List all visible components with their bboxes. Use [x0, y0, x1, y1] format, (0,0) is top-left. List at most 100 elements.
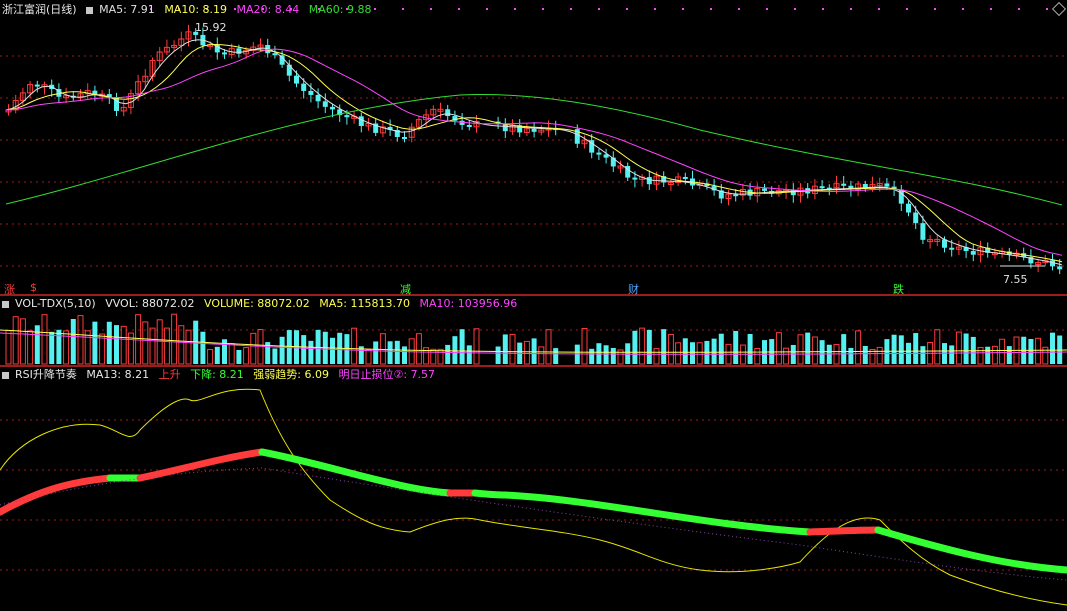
- signal-dot: [430, 8, 432, 10]
- settings-square-icon[interactable]: [2, 300, 9, 308]
- ma5-value: MA5: 7.91: [99, 3, 155, 16]
- volume-bar: [862, 345, 868, 364]
- settings-square-icon[interactable]: [2, 371, 9, 379]
- candle-body: [970, 251, 976, 255]
- rsi-band-segment: [136, 448, 266, 482]
- rsi-band-segment: [258, 448, 454, 497]
- volume-bar: [495, 346, 501, 364]
- volume-bar: [589, 348, 595, 364]
- candle-body: [236, 48, 242, 54]
- tag-zhang: 涨: [4, 283, 15, 296]
- volume-bar: [351, 327, 358, 365]
- candle-body: [819, 186, 825, 189]
- candle-body: [344, 115, 350, 118]
- candle-body: [531, 128, 537, 132]
- volume-bar: [415, 333, 422, 365]
- volume-bar: [437, 348, 444, 365]
- volume-bar: [523, 340, 530, 365]
- volume-bar: [56, 329, 62, 364]
- vvol-value: VVOL: 88072.02: [105, 297, 195, 310]
- ma5-line: [5, 39, 1063, 266]
- volume-bar: [848, 347, 854, 364]
- signal-dot: [766, 8, 768, 10]
- volume-bar: [502, 334, 508, 364]
- volume-bar: [625, 343, 631, 364]
- volume-bar: [373, 341, 379, 364]
- volume-bar: [301, 335, 307, 364]
- candle-body: [913, 212, 919, 224]
- volume-bar: [581, 327, 588, 365]
- volume-bar: [12, 316, 19, 365]
- volume-bar: [934, 329, 941, 365]
- candle-body: [315, 94, 321, 102]
- volume-bar: [92, 321, 98, 364]
- candle-body: [301, 83, 307, 91]
- ma60-value: MA60: 9.88: [308, 3, 372, 16]
- volume-bar: [1035, 337, 1042, 365]
- signal-dot: [850, 8, 852, 10]
- candle-body: [762, 188, 767, 191]
- volume-bar: [279, 336, 285, 364]
- volume-bar: [344, 334, 350, 364]
- rsi-up-label: 上升: [158, 368, 181, 381]
- candle-body: [906, 203, 911, 213]
- rsi-down-value: 下降: 8.21: [190, 368, 244, 381]
- volume-bar: [19, 318, 26, 365]
- volume-indicator-name[interactable]: VOL-TDX(5,10): [15, 297, 96, 310]
- volume-bar: [891, 334, 897, 364]
- volume-bar: [754, 348, 761, 365]
- signal-dot: [710, 8, 712, 10]
- volume-bar: [185, 329, 192, 365]
- volume-bar: [243, 347, 250, 365]
- signal-dot: [878, 8, 880, 10]
- volume-bar: [178, 325, 185, 365]
- tag-jian: 减: [400, 283, 411, 296]
- volume-bar: [156, 319, 163, 365]
- volume-bar: [5, 330, 12, 365]
- stock-title[interactable]: 浙江富润(日线): [2, 3, 77, 16]
- candle-body: [920, 223, 926, 240]
- volume-bar: [27, 330, 34, 365]
- rsi-ref-line: [0, 467, 1067, 581]
- candle-body: [466, 124, 472, 127]
- volume-bar: [250, 332, 257, 365]
- rsi-band-segment: [0, 474, 114, 516]
- signal-dot: [990, 8, 992, 10]
- tag-dollar: $: [30, 281, 37, 294]
- signal-dot: [542, 8, 544, 10]
- ma10-line: [5, 43, 1063, 263]
- signal-dot: [682, 8, 684, 10]
- settings-square-icon[interactable]: [86, 6, 94, 14]
- volume-bar: [114, 325, 119, 364]
- candle-body: [596, 152, 602, 155]
- signal-dot: [962, 8, 964, 10]
- rsi-ma13-value: MA13: 8.21: [86, 368, 150, 381]
- volume-bar: [430, 348, 437, 365]
- volume-bar: [855, 330, 862, 365]
- volume-bar: [963, 333, 969, 364]
- volume-bar: [805, 332, 811, 364]
- candle-body: [308, 90, 314, 95]
- volume-bar: [711, 338, 717, 364]
- candle-body: [949, 247, 955, 250]
- candle-body: [330, 106, 335, 110]
- tag-die: 跌: [893, 283, 904, 296]
- volume-bar: [70, 318, 76, 364]
- candle-body: [294, 75, 299, 84]
- signal-dot: [822, 8, 824, 10]
- volume-bar: [34, 325, 40, 364]
- volume-bar: [135, 314, 142, 365]
- rsi-indicator-name[interactable]: RSI升降节奏: [15, 368, 77, 381]
- volume-bar: [228, 342, 235, 365]
- signal-dot: [1046, 8, 1048, 10]
- volume-bar: [49, 331, 55, 364]
- volume-bar: [236, 349, 242, 364]
- signal-dot: [934, 8, 936, 10]
- signal-dot: [486, 8, 488, 10]
- candle-body: [502, 124, 508, 132]
- main-chart-header: 浙江富润(日线) MA5: 7.91 MA10: 8.19 MA20: 8.44…: [2, 3, 377, 17]
- volume-bar: [531, 338, 537, 364]
- volume-bar: [985, 346, 991, 364]
- candle-body: [841, 183, 847, 186]
- volume-bar: [841, 334, 847, 364]
